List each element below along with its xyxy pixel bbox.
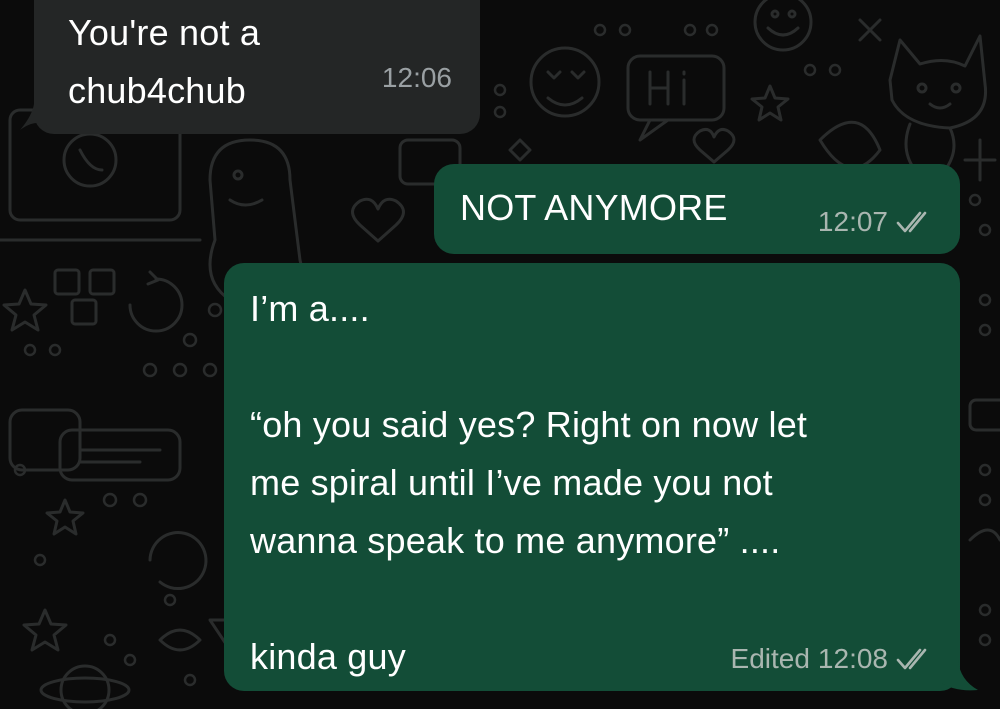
hi-speech-bubble-icon [626,54,726,142]
message-meta: Edited 12:08 [731,643,936,675]
message-time: 12:08 [817,643,888,674]
leaf-icon [818,120,882,170]
message-time: 12:06 [381,62,452,93]
outgoing-message-bubble[interactable]: NOT ANYMORE 12:07 [434,164,960,254]
message-meta: 12:06 [382,62,452,94]
phone-bubble-icon [8,408,182,482]
message-text: NOT ANYMORE [460,187,728,228]
outgoing-message-bubble[interactable]: I’m a.... “oh you said yes? Right on now… [224,263,960,691]
star-icon [2,288,48,332]
incoming-bubble-tail [20,104,54,134]
game-controller-icon [53,268,184,333]
refresh-icon [148,531,208,590]
message-text: I’m a.... “oh you said yes? Right on now… [250,288,808,677]
message-time: 12:07 [817,206,888,237]
message-text: You're not a chub4chub [68,12,261,111]
outgoing-bubble-tail [940,660,978,691]
star-icon [22,608,68,652]
message-meta: 12:07 [818,206,936,238]
incoming-message-bubble[interactable]: You're not a chub4chub 12:06 [34,0,480,134]
planet-icon [39,664,131,709]
cat-icon [888,34,988,172]
star-icon [750,84,790,122]
star-icon [45,498,85,536]
heart-icon [692,128,736,164]
smiley-icon [753,0,813,52]
heart-eyes-emoji-icon [529,46,601,118]
double-check-icon [896,211,927,233]
heart-icon [351,197,405,243]
double-check-icon [896,648,927,670]
edited-label: Edited [730,643,810,674]
